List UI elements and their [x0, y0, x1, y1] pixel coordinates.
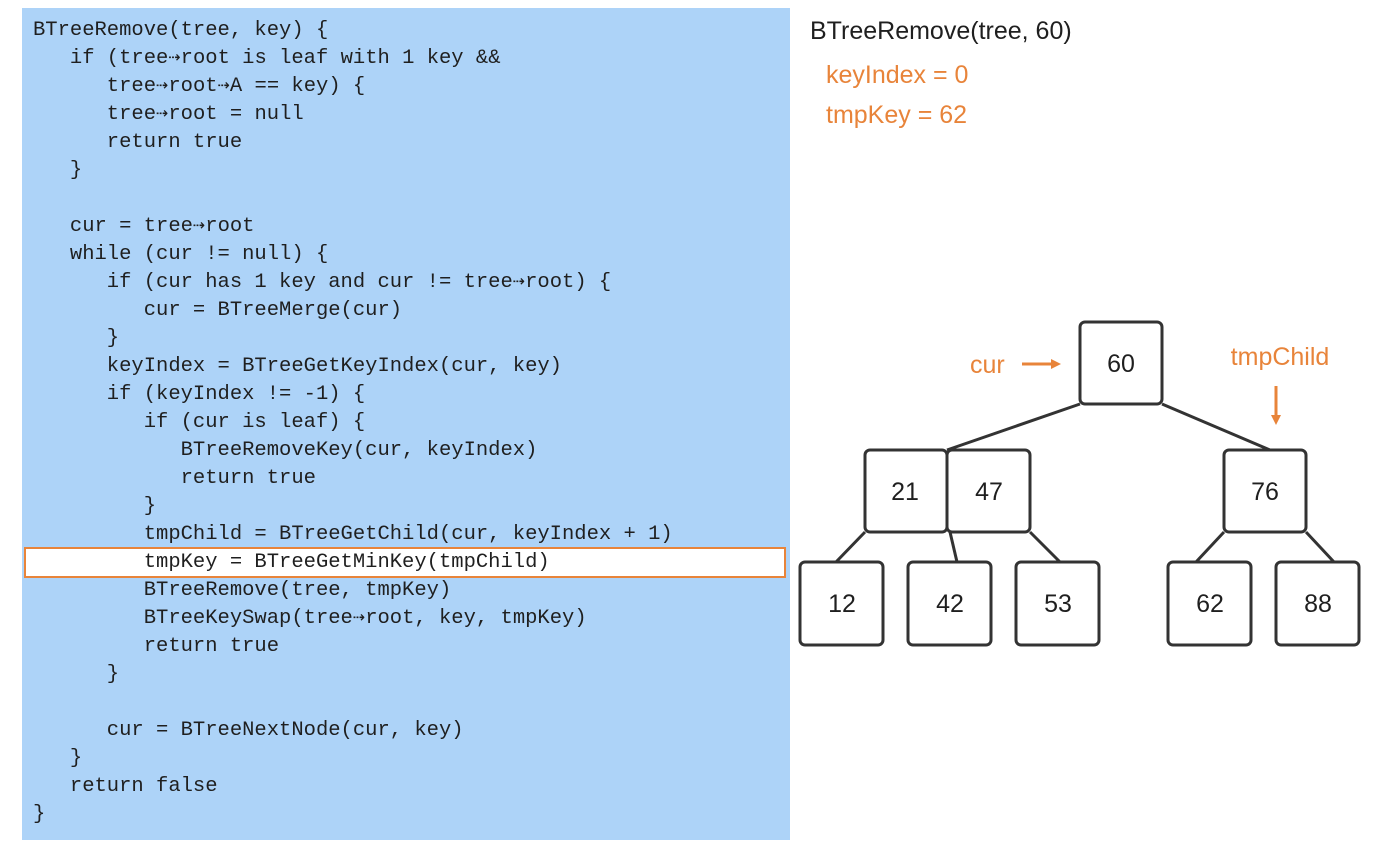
- node-key-21: 21: [891, 478, 919, 506]
- leaf-key-88: 88: [1304, 590, 1332, 618]
- edge-root-right: [1161, 402, 1271, 452]
- leaf-key-12: 12: [828, 590, 856, 618]
- node-key-47: 47: [975, 478, 1003, 506]
- edge-47-53: [1028, 530, 1062, 564]
- btree-diagram: 60 21 47 76 12 42 53 62 88 cur tmpChild: [798, 320, 1361, 647]
- leaf-key-42: 42: [936, 590, 964, 618]
- leaf-key-62: 62: [1196, 590, 1224, 618]
- edge-root-left: [946, 402, 1081, 452]
- leaf-key-53: 53: [1044, 590, 1072, 618]
- edge-76-62: [1194, 530, 1226, 564]
- node-key-76: 76: [1251, 478, 1279, 506]
- root-key: 60: [1107, 350, 1135, 378]
- edge-47-42: [948, 531, 959, 563]
- tmpchild-pointer-label: tmpChild: [1231, 343, 1330, 371]
- edge-76-88: [1304, 530, 1336, 564]
- edge-21-12: [834, 530, 867, 564]
- cur-pointer-label: cur: [970, 351, 1005, 379]
